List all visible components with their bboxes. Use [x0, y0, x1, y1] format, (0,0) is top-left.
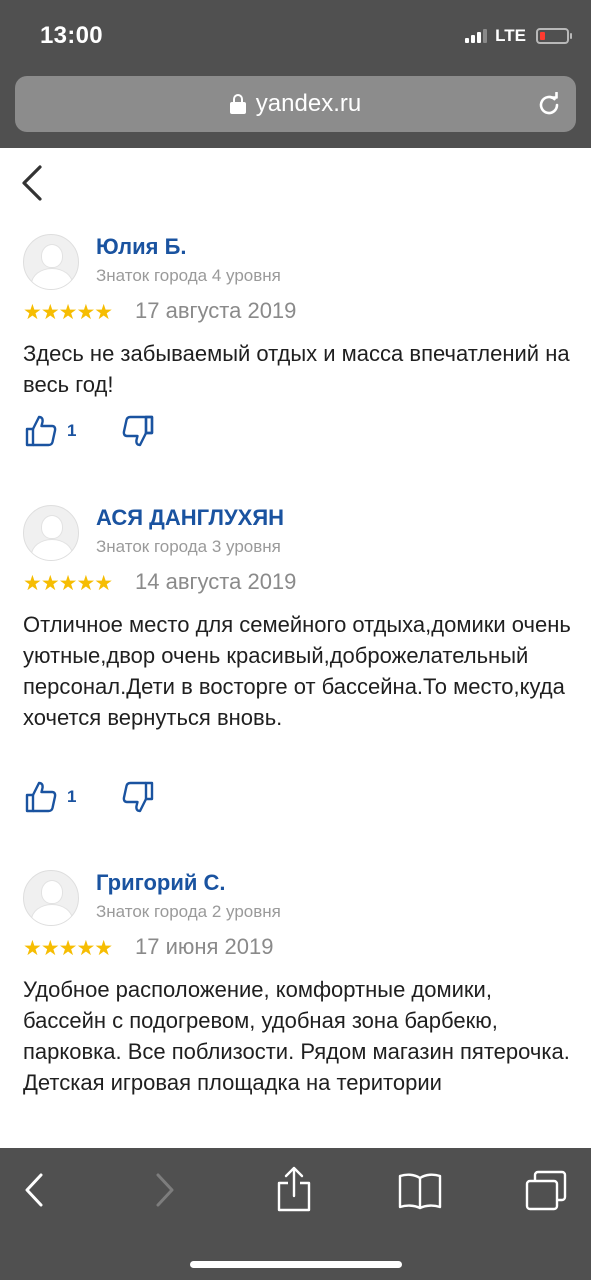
reviewer-level: Знаток города 3 уровня — [96, 537, 281, 556]
review-card: Юлия Б. Знаток города 4 уровня ★★★★★ 17 … — [0, 234, 591, 464]
review-card: АСЯ ДАНГЛУХЯН Знаток города 3 уровня ★★★… — [0, 505, 591, 835]
browser-toolbar — [0, 1148, 591, 1280]
status-time: 13:00 — [40, 22, 103, 49]
forward-icon[interactable] — [153, 1170, 177, 1210]
url-text[interactable]: yandex.ru — [256, 90, 361, 118]
thumb-up-icon[interactable] — [24, 780, 58, 814]
lock-icon — [229, 94, 246, 114]
like-count: 1 — [67, 787, 77, 806]
home-indicator[interactable] — [190, 1261, 402, 1268]
vote-bar: 1 — [24, 780, 155, 814]
review-card: Григорий С. Знаток города 2 уровня ★★★★★… — [0, 870, 591, 1148]
review-date: 17 июня 2019 — [135, 934, 274, 959]
thumb-down-icon[interactable] — [121, 780, 155, 814]
reload-icon[interactable] — [536, 92, 562, 118]
share-icon[interactable] — [276, 1166, 312, 1212]
reviewer-name[interactable]: Григорий С. — [96, 870, 226, 896]
back-icon[interactable] — [22, 1170, 46, 1210]
thumb-up-icon[interactable] — [24, 414, 58, 448]
reviewer-level: Знаток города 2 уровня — [96, 902, 281, 921]
review-date: 14 августа 2019 — [135, 569, 297, 594]
reviewer-name[interactable]: АСЯ ДАНГЛУХЯН — [96, 505, 284, 531]
bookmarks-icon[interactable] — [398, 1172, 442, 1210]
reviewer-name[interactable]: Юлия Б. — [96, 234, 187, 260]
rating-stars: ★★★★★ — [23, 301, 113, 324]
browser-top-bar: 13:00 LTE yandex.ru — [0, 0, 591, 148]
battery-icon — [536, 28, 572, 44]
thumb-down-icon[interactable] — [121, 414, 155, 448]
network-label: LTE — [495, 26, 526, 45]
address-bar[interactable]: yandex.ru — [15, 76, 576, 132]
vote-bar: 1 — [24, 414, 155, 448]
reviewer-level: Знаток города 4 уровня — [96, 266, 281, 285]
avatar[interactable] — [23, 870, 79, 926]
like-count: 1 — [67, 421, 77, 440]
avatar[interactable] — [23, 505, 79, 561]
review-text: Здесь не забываемый отдых и масса впечат… — [23, 341, 570, 397]
rating-stars: ★★★★★ — [23, 572, 113, 595]
avatar[interactable] — [23, 234, 79, 290]
review-date: 17 августа 2019 — [135, 298, 297, 323]
signal-icon — [465, 29, 488, 43]
status-indicators: LTE — [465, 26, 572, 46]
back-arrow-icon[interactable] — [18, 164, 48, 202]
rating-stars: ★★★★★ — [23, 937, 113, 960]
review-text: Удобное расположение, комфортные домики,… — [23, 977, 570, 1095]
tabs-icon[interactable] — [524, 1170, 568, 1212]
review-text: Отличное место для семейного отдыха,доми… — [23, 612, 571, 730]
